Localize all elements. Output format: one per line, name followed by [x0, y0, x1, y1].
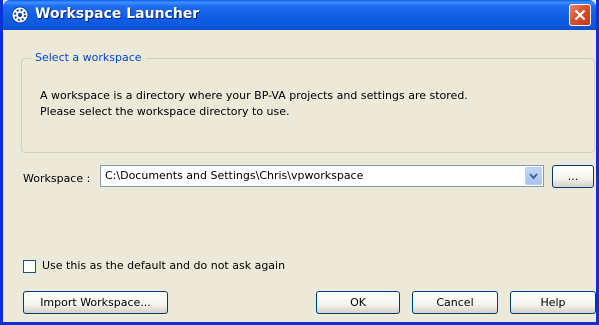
gear-badge-icon: [11, 6, 29, 24]
default-checkbox-label[interactable]: Use this as the default and do not ask a…: [42, 259, 285, 272]
import-workspace-button[interactable]: Import Workspace...: [23, 291, 168, 314]
workspace-launcher-window: Workspace Launcher Select a workspace A …: [0, 0, 599, 325]
workspace-path-value[interactable]: C:\Documents and Settings\Chris\vpworksp…: [105, 169, 363, 182]
cancel-button[interactable]: Cancel: [412, 291, 498, 314]
workspace-combobox[interactable]: C:\Documents and Settings\Chris\vpworksp…: [100, 165, 544, 187]
help-button[interactable]: Help: [510, 291, 596, 314]
ok-button[interactable]: OK: [316, 291, 400, 314]
default-checkbox[interactable]: [23, 260, 36, 273]
description-line-2: Please select the workspace directory to…: [40, 105, 290, 118]
browse-button[interactable]: ...: [552, 165, 594, 188]
workspace-label: Workspace :: [23, 172, 91, 185]
dropdown-button[interactable]: [525, 167, 542, 185]
workspace-description: A workspace is a directory where your BP…: [40, 88, 468, 120]
description-line-1: A workspace is a directory where your BP…: [40, 89, 468, 102]
group-legend: Select a workspace: [31, 51, 146, 64]
window-title: Workspace Launcher: [35, 6, 200, 22]
close-button[interactable]: [569, 4, 591, 26]
title-bar[interactable]: Workspace Launcher: [3, 0, 596, 30]
